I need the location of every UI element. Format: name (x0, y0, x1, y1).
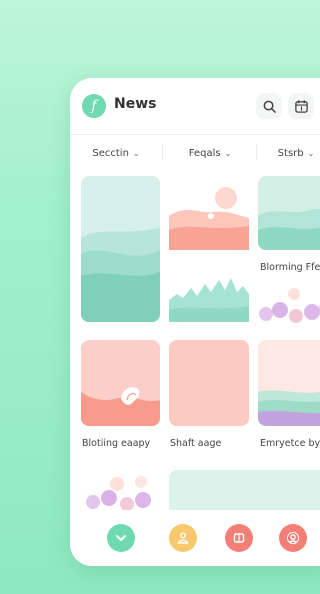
pastel-layers-image (258, 340, 320, 426)
card-caption: Shaft aage (170, 438, 222, 449)
app-header: f News (70, 78, 320, 134)
chevron-down-icon (116, 535, 126, 541)
coral-wave-image (81, 340, 160, 426)
chevron-down-icon: ⌄ (132, 148, 140, 158)
calendar-button[interactable] (288, 93, 314, 119)
card-caption: Emryetce by (260, 438, 320, 449)
mint-banner-image (169, 470, 320, 514)
nav-home-button[interactable] (107, 524, 135, 552)
mint-landscape-image (258, 176, 320, 250)
flowers-image (258, 282, 320, 326)
card-mint-banner[interactable] (169, 470, 320, 514)
filter-section[interactable]: Secctin ⌄ (76, 141, 156, 165)
card-mint-hills[interactable] (81, 176, 160, 322)
mint-hills-image (81, 176, 160, 322)
news-panel: f News Secctin ⌄ Feqals ⌄ Stsrb ⌄ Blormi… (70, 78, 320, 566)
card-peach[interactable] (169, 340, 249, 426)
card-flowers[interactable] (258, 282, 320, 326)
blossom-image (81, 470, 160, 514)
peach-image (169, 340, 249, 426)
divider (256, 143, 257, 161)
card-caption: Blorming Ffea (260, 262, 320, 273)
card-coral-wave[interactable] (81, 340, 160, 426)
sunset-image (169, 178, 249, 254)
filter-sort-label: Stsrb (277, 147, 304, 159)
chevron-down-icon: ⌄ (224, 148, 232, 158)
search-button[interactable] (256, 93, 282, 119)
nav-profile-button[interactable] (279, 524, 307, 552)
filter-sort[interactable]: Stsrb ⌄ (262, 141, 320, 165)
divider (162, 143, 163, 161)
card-mint-peaks[interactable] (169, 266, 249, 322)
card-pastel-layers[interactable] (258, 340, 320, 426)
search-icon (263, 100, 276, 113)
nav-bookmark-button[interactable] (225, 524, 253, 552)
app-logo: f (82, 94, 106, 118)
card-sunset[interactable] (169, 178, 249, 254)
person-icon (177, 532, 189, 544)
filter-bar: Secctin ⌄ Feqals ⌄ Stsrb ⌄ (70, 134, 320, 164)
profile-icon (286, 531, 300, 545)
nav-people-button[interactable] (169, 524, 197, 552)
bookmark-icon (233, 533, 245, 543)
chevron-down-icon: ⌄ (307, 148, 315, 158)
filter-features[interactable]: Feqals ⌄ (170, 141, 250, 165)
calendar-icon (294, 99, 308, 113)
mint-peaks-image (169, 266, 249, 322)
filter-section-label: Secctin (92, 147, 129, 159)
card-blossom[interactable] (81, 470, 160, 514)
card-mint-landscape[interactable] (258, 176, 320, 250)
filter-features-label: Feqals (188, 147, 221, 159)
bottom-nav (70, 510, 320, 566)
page-title: News (114, 96, 157, 112)
card-caption: Blotiing eaapy (82, 438, 151, 449)
